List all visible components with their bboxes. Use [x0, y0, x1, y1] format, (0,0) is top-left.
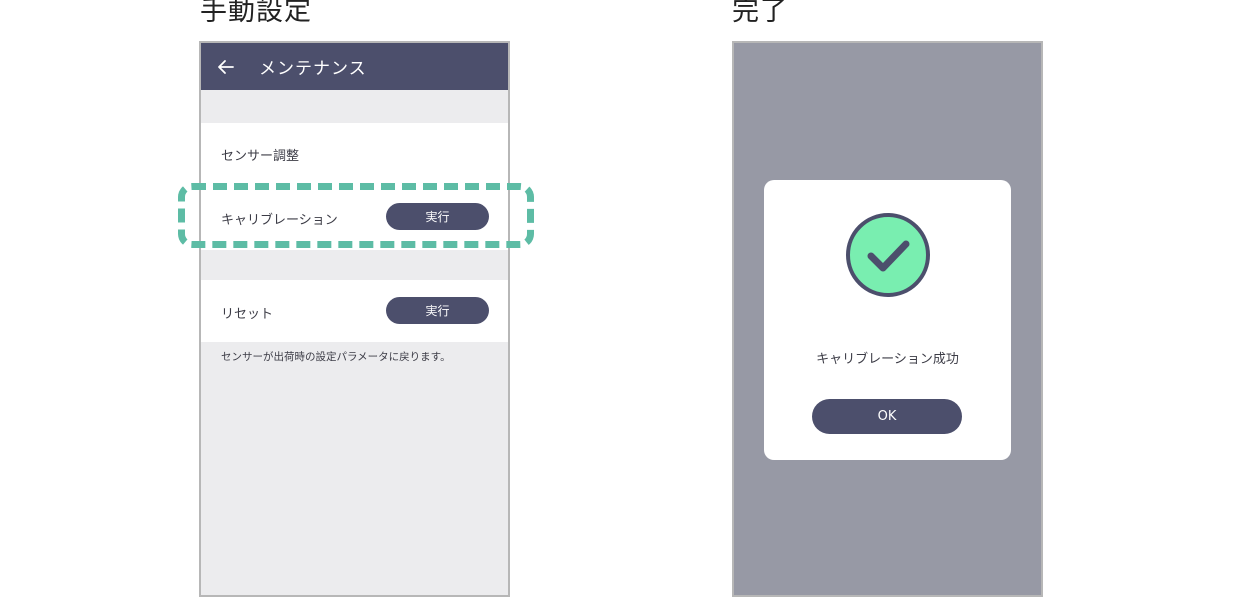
reset-section: リセット 実行 — [201, 280, 508, 342]
calibration-run-button[interactable]: 実行 — [386, 203, 489, 230]
success-dialog: キャリブレーション成功 OK — [764, 180, 1011, 460]
complete-screen: キャリブレーション成功 OK — [732, 41, 1043, 597]
sensor-adjust-section: センサー調整 キャリブレーション 実行 — [201, 123, 508, 250]
calibration-row: キャリブレーション 実行 — [201, 197, 508, 237]
check-circle-icon — [845, 212, 931, 298]
caption-complete: 完了 — [732, 0, 788, 27]
ok-button[interactable]: OK — [812, 399, 962, 434]
app-bar: メンテナンス — [201, 43, 508, 90]
page-title: メンテナンス — [259, 59, 367, 79]
reset-label: リセット — [221, 307, 274, 322]
reset-row: リセット 実行 — [201, 291, 508, 331]
section-title-sensor: センサー調整 — [221, 149, 300, 164]
maintenance-screen: メンテナンス センサー調整 キャリブレーション 実行 リセット 実行 センサーが… — [199, 41, 510, 597]
dialog-message: キャリブレーション成功 — [816, 352, 959, 367]
reset-note: センサーが出荷時の設定パラメータに戻ります。 — [221, 351, 451, 363]
arrow-left-icon[interactable] — [201, 43, 251, 90]
reset-run-button[interactable]: 実行 — [386, 297, 489, 324]
caption-manual-settings: 手動設定 — [200, 0, 312, 27]
calibration-label: キャリブレーション — [221, 213, 338, 228]
